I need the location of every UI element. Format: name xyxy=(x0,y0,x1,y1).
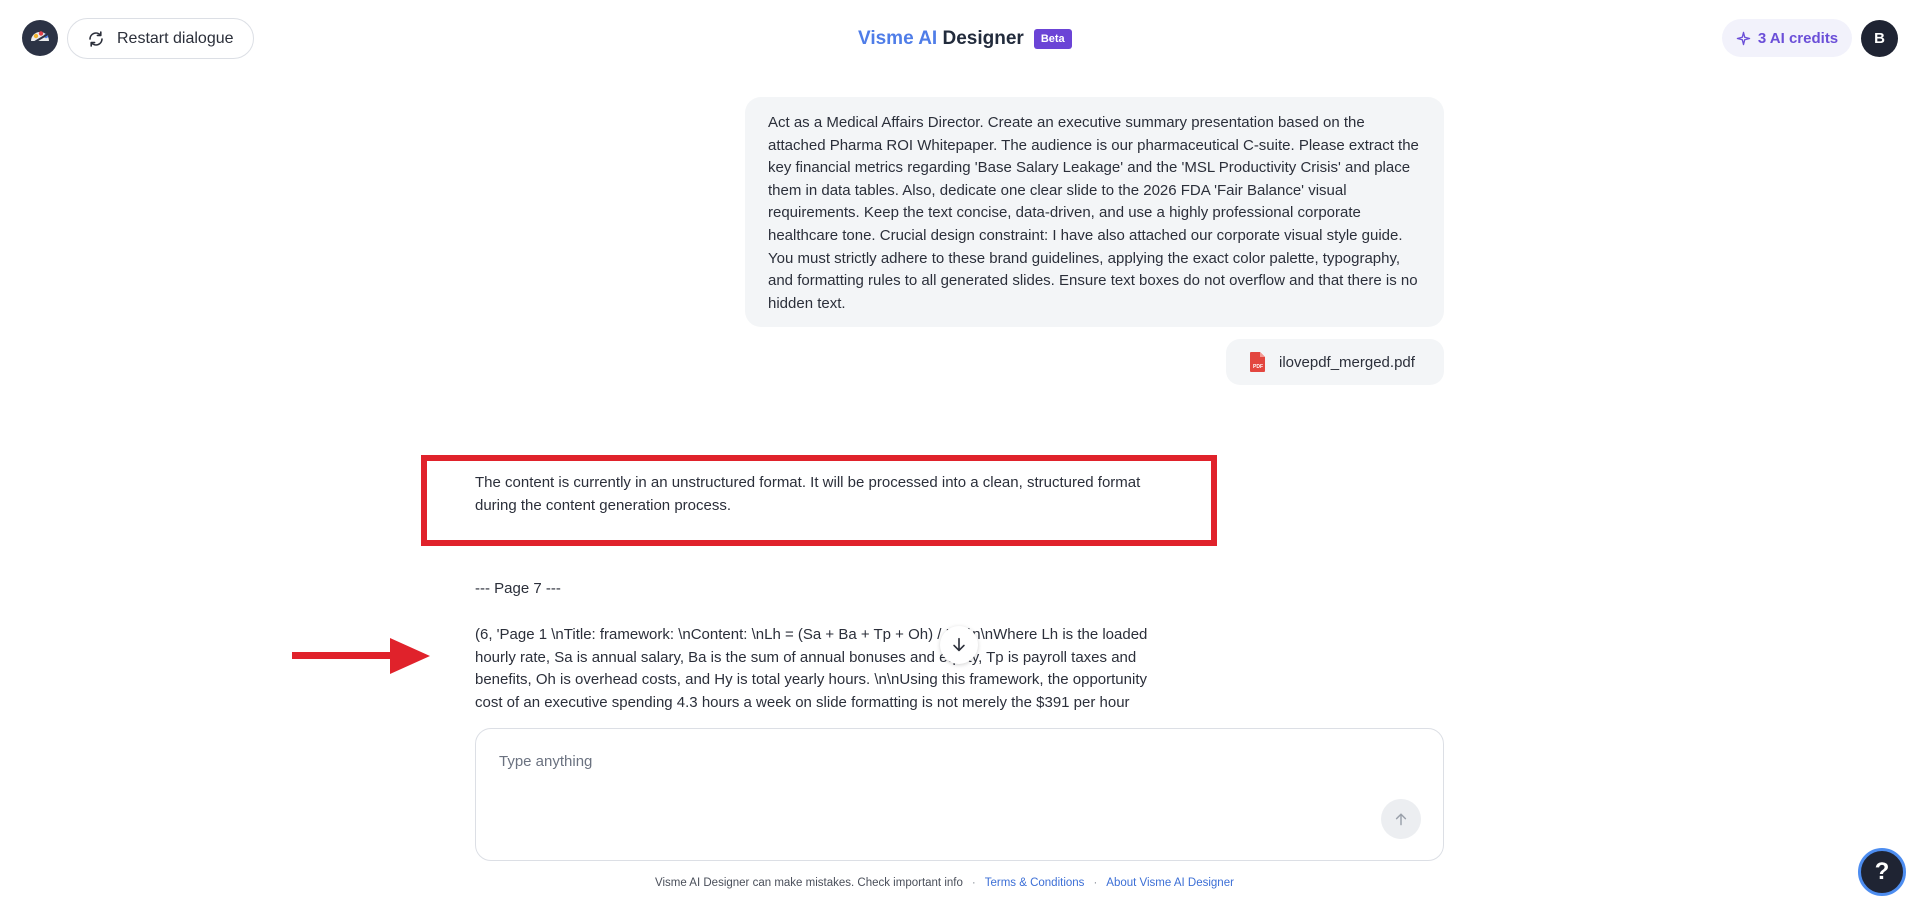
message-input[interactable] xyxy=(499,753,1379,813)
refresh-icon xyxy=(89,30,103,47)
footer-separator: · xyxy=(1093,877,1098,889)
arrow-down-icon xyxy=(953,637,965,652)
app-logo-icon[interactable] xyxy=(22,20,58,56)
brand-designer: Designer xyxy=(942,28,1024,49)
page-marker-text: --- Page 7 --- xyxy=(475,580,561,597)
send-button[interactable] xyxy=(1381,799,1421,839)
attachment-filename: ilovepdf_merged.pdf xyxy=(1279,353,1415,371)
message-composer xyxy=(475,728,1444,861)
pdf-file-icon: PDF xyxy=(1250,352,1265,372)
ai-credits-button[interactable]: 3 AI credits xyxy=(1722,19,1852,57)
brand-title: Visme AI Designer Beta xyxy=(858,26,1072,52)
annotation-arrow-icon xyxy=(292,638,430,674)
svg-text:PDF: PDF xyxy=(1253,364,1263,370)
about-link[interactable]: About Visme AI Designer xyxy=(1106,877,1234,889)
ai-content-scroll[interactable]: (6, 'Page 1 \nTitle: framework: \nConten… xyxy=(475,624,1175,710)
ai-notice-text: The content is currently in an unstructu… xyxy=(475,474,1141,514)
restart-dialogue-button[interactable]: Restart dialogue xyxy=(67,18,254,59)
terms-link[interactable]: Terms & Conditions xyxy=(985,877,1085,889)
ai-content-text: (6, 'Page 1 \nTitle: framework: \nConten… xyxy=(475,626,1148,710)
brand-visme: Visme AI xyxy=(858,28,938,49)
scroll-to-bottom-button[interactable] xyxy=(940,626,978,664)
arrow-up-icon xyxy=(1395,813,1407,826)
footer-disclaimer: Visme AI Designer can make mistakes. Che… xyxy=(655,877,963,889)
restart-label: Restart dialogue xyxy=(117,29,234,47)
help-button[interactable]: ? xyxy=(1858,848,1906,896)
user-message-bubble: Act as a Medical Affairs Director. Creat… xyxy=(745,97,1444,327)
sparkle-icon xyxy=(1736,31,1751,45)
credits-label: 3 AI credits xyxy=(1757,29,1839,47)
attachment-chip[interactable]: PDF ilovepdf_merged.pdf xyxy=(1226,339,1444,385)
beta-badge: Beta xyxy=(1033,29,1072,49)
app-page: Restart dialogue Visme AI Designer Beta … xyxy=(0,0,1917,903)
footer-separator: · xyxy=(971,877,976,889)
user-avatar[interactable]: B xyxy=(1861,20,1898,57)
footer: Visme AI Designer can make mistakes. Che… xyxy=(655,875,1234,891)
